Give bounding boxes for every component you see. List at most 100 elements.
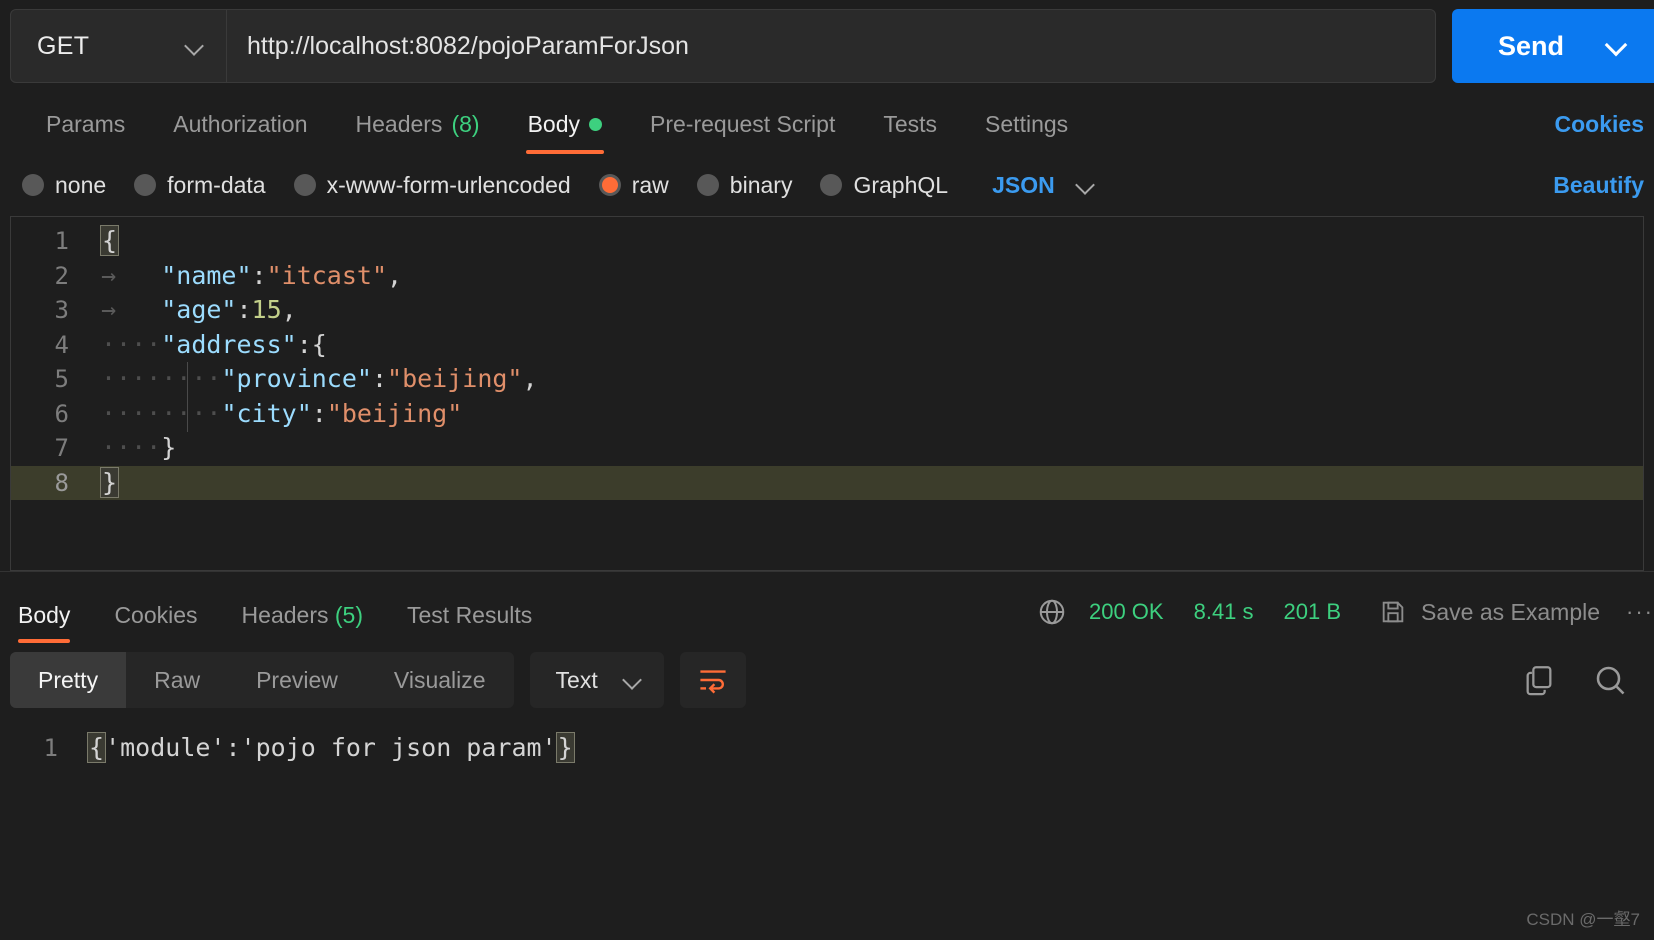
- response-view-pretty[interactable]: Pretty: [10, 652, 127, 708]
- chevron-down-icon: [186, 37, 204, 55]
- radio-form-data-icon: [134, 174, 157, 196]
- editor-line-code: ····}: [101, 433, 177, 462]
- tab-pre-request-script[interactable]: Pre-request Script: [626, 111, 859, 154]
- indent-guide: [187, 362, 188, 432]
- body-type-none-label: none: [55, 171, 107, 198]
- save-icon: [1382, 601, 1404, 623]
- http-method-label: GET: [37, 31, 90, 60]
- body-type-form-data[interactable]: form-data: [134, 171, 266, 199]
- copy-icon: [1526, 666, 1552, 696]
- save-as-example-button[interactable]: Save as Example: [1379, 598, 1600, 626]
- tab-headers-label: Headers: [355, 111, 443, 137]
- editor-line-number: 7: [54, 434, 69, 462]
- tab-params[interactable]: Params: [22, 111, 149, 154]
- response-view-segmented-control: Pretty Raw Preview Visualize: [10, 652, 514, 708]
- response-open-brace: {: [86, 732, 107, 763]
- editor-line-code: → "name":"itcast",: [101, 260, 403, 290]
- response-format-select[interactable]: Text: [529, 652, 664, 708]
- response-status-code: 200 OK: [1088, 599, 1164, 624]
- response-format-label: Text: [555, 666, 598, 693]
- request-body-editor[interactable]: 1{2 → "name":"itcast", 3 → "age":15, 4 ····"a…: [10, 216, 1644, 571]
- tab-settings[interactable]: Settings: [961, 111, 1092, 154]
- response-toolbar-right: [1522, 662, 1644, 698]
- editor-line-number: 4: [54, 330, 69, 359]
- response-body-viewer[interactable]: 1 {'module':'pojo for json param'}: [0, 717, 1654, 765]
- send-options-chevron-icon[interactable]: [1608, 36, 1628, 56]
- editor-line-number: 5: [54, 365, 69, 393]
- editor-line-code: ········"city":"beijing": [101, 398, 463, 428]
- wrap-lines-icon: [700, 670, 726, 694]
- body-type-binary[interactable]: binary: [696, 171, 793, 199]
- radio-graphql-icon: [820, 174, 843, 196]
- editor-line[interactable]: 2 → "name":"itcast",: [11, 259, 1643, 294]
- cookies-link[interactable]: Cookies: [1555, 111, 1654, 154]
- http-method-select[interactable]: GET: [11, 10, 227, 82]
- response-tab-headers-label: Headers: [241, 602, 329, 628]
- editor-line[interactable]: 5 ········"province":"beijing",: [11, 362, 1643, 397]
- body-type-binary-label: binary: [729, 171, 793, 198]
- response-time: 8.41 s: [1193, 599, 1254, 624]
- editor-line[interactable]: 6 ········"city":"beijing": [11, 397, 1643, 432]
- response-tab-cookies[interactable]: Cookies: [92, 602, 219, 643]
- chevron-down-icon: [624, 671, 642, 689]
- url-input[interactable]: http://localhost:8082/pojoParamForJson: [227, 10, 1435, 82]
- body-type-none[interactable]: none: [22, 172, 106, 199]
- editor-line-number: 1: [54, 227, 69, 255]
- response-view-preview[interactable]: Preview: [228, 652, 366, 708]
- editor-line-code: ········"province":"beijing",: [101, 364, 538, 393]
- send-button[interactable]: Send: [1451, 9, 1654, 83]
- tab-params-label: Params: [46, 111, 126, 137]
- response-view-preview-label: Preview: [256, 666, 338, 693]
- save-as-example-label: Save as Example: [1421, 598, 1601, 625]
- response-body-content: {'module':'pojo for json param'}: [86, 731, 575, 765]
- body-type-graphql[interactable]: GraphQL: [820, 172, 948, 199]
- body-type-urlencoded[interactable]: x-www-form-urlencoded: [293, 171, 571, 199]
- response-tab-test-results[interactable]: Test Results: [385, 602, 554, 643]
- response-view-visualize[interactable]: Visualize: [366, 652, 514, 708]
- editor-lines[interactable]: 1{2 → "name":"itcast", 3 → "age":15, 4 ····"a…: [11, 217, 1643, 500]
- search-icon: [1596, 666, 1625, 695]
- response-tab-test-results-label: Test Results: [407, 602, 533, 628]
- radio-raw-selected-icon: [598, 174, 621, 196]
- response-view-raw-label: Raw: [154, 666, 201, 693]
- editor-line[interactable]: 1{: [11, 224, 1643, 259]
- tab-headers[interactable]: Headers (8): [332, 111, 504, 154]
- editor-line-code: }: [99, 466, 120, 498]
- tab-body-label: Body: [527, 111, 580, 137]
- tab-body[interactable]: Body: [504, 111, 626, 154]
- tab-authorization[interactable]: Authorization: [149, 111, 331, 154]
- response-tab-headers[interactable]: Headers (5): [220, 602, 385, 643]
- wrap-lines-button[interactable]: [679, 652, 746, 708]
- body-modified-dot-icon: [589, 118, 602, 131]
- chevron-down-icon: [1077, 176, 1095, 194]
- watermark: CSDN @一壑7: [1526, 910, 1640, 929]
- body-type-urlencoded-label: x-www-form-urlencoded: [326, 171, 571, 198]
- tab-tests-label: Tests: [883, 111, 938, 137]
- editor-line[interactable]: 4 ····"address":{: [11, 328, 1643, 363]
- copy-button[interactable]: [1522, 663, 1556, 697]
- response-tab-cookies-label: Cookies: [114, 602, 198, 628]
- body-type-form-data-label: form-data: [167, 171, 266, 198]
- body-type-raw-label: raw: [631, 171, 669, 198]
- editor-line[interactable]: 3 → "age":15,: [11, 293, 1643, 328]
- response-tab-body-label: Body: [18, 602, 71, 628]
- tab-tests[interactable]: Tests: [859, 111, 961, 154]
- editor-line-number: 2: [54, 261, 69, 290]
- editor-line[interactable]: 8}: [11, 465, 1643, 500]
- tab-authorization-label: Authorization: [173, 111, 308, 137]
- raw-format-label: JSON: [992, 171, 1055, 198]
- editor-line-number: 8: [54, 468, 69, 497]
- beautify-button[interactable]: Beautify: [1553, 172, 1654, 199]
- response-tab-headers-count: (5): [334, 602, 363, 628]
- editor-line[interactable]: 7 ····}: [11, 431, 1643, 466]
- response-more-options-icon[interactable]: ···: [1626, 599, 1654, 625]
- url-group: GET http://localhost:8082/pojoParamForJs…: [10, 9, 1436, 83]
- search-button[interactable]: [1592, 662, 1628, 698]
- body-type-raw[interactable]: raw: [598, 171, 669, 199]
- response-tab-body[interactable]: Body: [10, 602, 92, 643]
- response-view-pretty-label: Pretty: [38, 666, 99, 693]
- response-view-raw[interactable]: Raw: [126, 652, 228, 708]
- response-view-visualize-label: Visualize: [393, 666, 486, 693]
- tab-headers-count: (8): [451, 111, 480, 137]
- raw-format-select[interactable]: JSON: [992, 172, 1095, 199]
